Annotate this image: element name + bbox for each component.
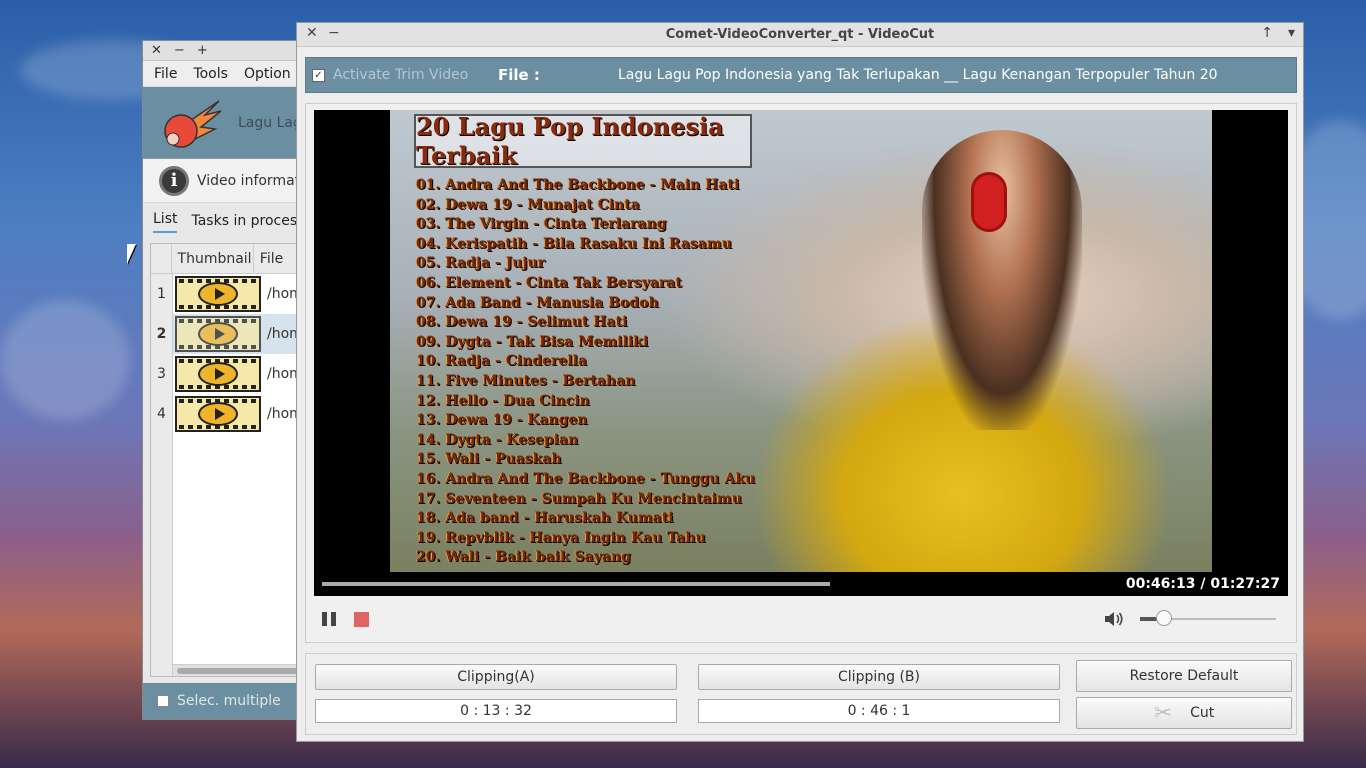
- video-information-button[interactable]: i Video informat: [143, 159, 311, 203]
- row-header-gutter: [151, 434, 173, 676]
- song-item: 09. Dygta - Tak Bisa Memiliki: [416, 333, 649, 350]
- select-multiple-label: Selec. multiple: [177, 693, 281, 709]
- song-item: 02. Dewa 19 - Munajat Cinta: [416, 196, 640, 213]
- stop-icon[interactable]: [354, 612, 369, 627]
- header-corner: [151, 244, 172, 273]
- song-item: 19. Repvblik - Hanya Ingin Kau Tahu: [416, 529, 706, 546]
- file-table: Thumbnail File 1 /hom 2 /hom 3 /hom 4 /h…: [150, 243, 311, 677]
- row-number: 4: [151, 394, 173, 434]
- song-item: 13. Dewa 19 - Kangen: [416, 412, 588, 429]
- song-item: 18. Ada band - Haruskah Kumati: [416, 510, 674, 527]
- file-label: File :: [498, 66, 540, 84]
- volume-slider-handle[interactable]: [1156, 610, 1173, 626]
- video-frame: 20 Lagu Pop Indonesia Terbaik 01. Andra …: [305, 103, 1297, 643]
- video-thumbnail-icon: [175, 396, 261, 432]
- pause-icon[interactable]: [322, 612, 336, 626]
- clipping-a-button[interactable]: Clipping(A): [315, 664, 677, 690]
- table-row[interactable]: 3 /hom: [151, 354, 310, 394]
- tab-list[interactable]: List: [153, 211, 178, 233]
- video-information-label: Video informat: [197, 172, 301, 189]
- playback-progress-bar[interactable]: [322, 582, 830, 586]
- file-name: Lagu Lagu Pop Indonesia yang Tak Terlupa…: [618, 67, 1218, 83]
- app-banner: Lagu Lag: [143, 87, 311, 159]
- timecode: 00:46:13 / 01:27:27: [1125, 576, 1280, 592]
- song-item: 17. Seventeen - Sumpah Ku Mencintaimu: [416, 490, 742, 507]
- video-player[interactable]: 20 Lagu Pop Indonesia Terbaik 01. Andra …: [314, 110, 1288, 596]
- song-item: 20. Wali - Baik baik Sayang: [416, 549, 631, 566]
- video-thumbnail-icon: [175, 356, 261, 392]
- select-multiple-checkbox[interactable]: [157, 695, 169, 707]
- scissors-icon: ✂: [1153, 700, 1173, 726]
- video-thumbnail-icon: [175, 276, 261, 312]
- banner-text: Lagu Lag: [238, 115, 302, 131]
- window-title: Comet-VideoConverter_qt - VideoCut: [665, 27, 935, 42]
- menu-file[interactable]: File: [154, 66, 177, 82]
- clipping-panel: Clipping(A) 0 : 13 : 32 Clipping (B) 0 :…: [305, 653, 1297, 735]
- song-item: 12. Hello - Dua Cincin: [416, 392, 590, 409]
- person-shape: [922, 130, 1082, 430]
- song-item: 10. Radja - Cinderella: [416, 353, 588, 370]
- select-multiple-bar: Selec. multiple: [143, 683, 311, 719]
- main-titlebar: ✕ − +: [143, 41, 311, 61]
- close-icon[interactable]: ✕: [151, 43, 162, 58]
- activate-trim-checkbox[interactable]: ✓: [312, 68, 325, 82]
- song-list: 01. Andra And The Backbone - Main Hati 0…: [416, 176, 755, 568]
- tab-tasks[interactable]: Tasks in proces: [191, 213, 297, 233]
- window-menu-icon[interactable]: ▾: [1288, 25, 1295, 41]
- file-bar: ✓ Activate Trim Video File : Lagu Lagu P…: [305, 57, 1297, 93]
- menubar: File Tools Option: [143, 61, 311, 87]
- minimize-icon[interactable]: −: [174, 43, 185, 58]
- main-window: ✕ − + File Tools Option Lagu Lag i Video…: [142, 40, 312, 720]
- clipping-b-button[interactable]: Clipping (B): [698, 664, 1060, 690]
- comet-logo-icon: [164, 100, 222, 148]
- song-item: 01. Andra And The Backbone - Main Hati: [416, 177, 740, 193]
- menu-tools[interactable]: Tools: [193, 66, 228, 82]
- close-icon[interactable]: ✕: [306, 25, 318, 41]
- info-icon: i: [159, 165, 189, 196]
- song-item: 05. Radja - Jujur: [416, 255, 546, 272]
- song-item: 07. Ada Band - Manusia Bodoh: [416, 294, 659, 311]
- background-cloud: [0, 300, 130, 420]
- cut-button[interactable]: ✂ Cut: [1076, 697, 1292, 729]
- table-row[interactable]: 4 /hom: [151, 394, 310, 434]
- maximize-icon[interactable]: +: [197, 43, 208, 58]
- song-item: 08. Dewa 19 - Selimut Hati: [416, 314, 628, 331]
- videocut-window: ✕ − Comet-VideoConverter_qt - VideoCut ↑…: [296, 22, 1304, 742]
- volume-icon[interactable]: [1104, 610, 1124, 628]
- song-item: 14. Dygta - Kesepian: [416, 431, 579, 448]
- header-thumbnail[interactable]: Thumbnail: [172, 244, 254, 273]
- song-item: 11. Five Minutes - Bertahan: [416, 372, 636, 389]
- song-item: 15. Wali - Puaskah: [416, 451, 562, 468]
- mouse-cursor-icon: [127, 244, 136, 264]
- headphone-shape: [971, 172, 1007, 232]
- video-picture: 20 Lagu Pop Indonesia Terbaik 01. Andra …: [390, 110, 1212, 572]
- restore-default-button[interactable]: Restore Default: [1076, 660, 1292, 692]
- clipping-b-field[interactable]: 0 : 46 : 1: [698, 699, 1060, 723]
- table-header: Thumbnail File: [151, 244, 310, 274]
- keep-above-icon[interactable]: ↑: [1261, 25, 1273, 41]
- tab-bar: List Tasks in proces: [143, 203, 311, 233]
- song-item: 16. Andra And The Backbone - Tunggu Aku: [416, 470, 756, 487]
- player-controls: [314, 602, 1288, 636]
- video-thumbnail-icon: [175, 316, 261, 352]
- poster-title: 20 Lagu Pop Indonesia Terbaik: [414, 112, 752, 170]
- cut-label: Cut: [1190, 705, 1215, 721]
- row-number: 3: [151, 354, 173, 394]
- row-number: 1: [151, 274, 173, 314]
- activate-trim-label: Activate Trim Video: [333, 67, 469, 83]
- row-number: 2: [151, 314, 173, 354]
- clipping-a-field[interactable]: 0 : 13 : 32: [315, 699, 677, 723]
- videocut-titlebar: ✕ − Comet-VideoConverter_qt - VideoCut ↑…: [297, 23, 1303, 47]
- menu-options[interactable]: Option: [244, 66, 291, 82]
- song-item: 06. Element - Cinta Tak Bersyarat: [416, 274, 682, 291]
- table-row[interactable]: 1 /hom: [151, 274, 310, 314]
- song-item: 04. Kerispatih - Bila Rasaku Ini Rasamu: [416, 235, 732, 252]
- song-item: 03. The Virgin - Cinta Terlarang: [416, 216, 667, 233]
- table-row[interactable]: 2 /hom: [151, 314, 310, 354]
- scrollbar-thumb[interactable]: [177, 668, 310, 674]
- minimize-icon[interactable]: −: [328, 25, 340, 41]
- volume-slider[interactable]: [1140, 610, 1276, 626]
- horizontal-scrollbar[interactable]: [173, 664, 310, 676]
